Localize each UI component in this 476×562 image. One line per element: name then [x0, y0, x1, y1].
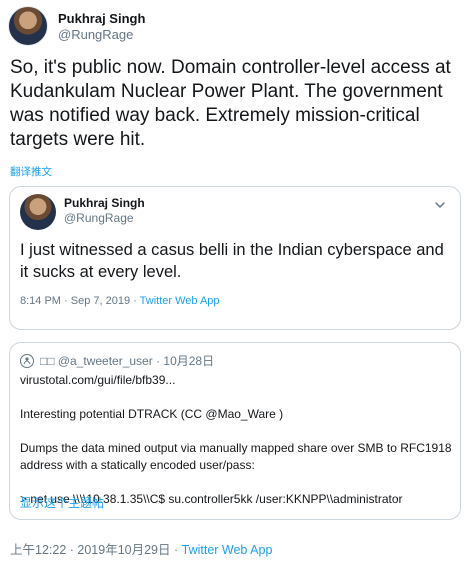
- thread-line-gap: [20, 389, 452, 406]
- quoted-tweet-card[interactable]: Pukhraj Singh @RungRage I just witnessed…: [9, 186, 461, 330]
- tweet-footer-meta: 上午12:22 · 2019年10月29日 · Twitter Web App: [10, 539, 272, 558]
- thread-line-gap: [20, 474, 452, 491]
- quoted-author-avatar[interactable]: [20, 194, 56, 230]
- author-display-name[interactable]: Pukhraj Singh: [58, 10, 145, 27]
- thread-line: Dumps the data mined output via manually…: [20, 441, 455, 472]
- thread-line-gap: [20, 423, 452, 440]
- thread-header: □□ @a_tweeter_user · 10月28日: [20, 352, 214, 369]
- tweet-timestamp[interactable]: 上午12:22 · 2019年10月29日 ·: [10, 543, 182, 557]
- quoted-tweet-source-link[interactable]: Twitter Web App: [140, 295, 220, 307]
- thread-body: virustotal.com/gui/file/bfb39... Interest…: [20, 372, 452, 508]
- user-avatar-icon: [20, 353, 34, 368]
- quoted-tweet-text: I just witnessed a casus belli in the In…: [20, 241, 444, 281]
- tweet-source-link[interactable]: Twitter Web App: [182, 543, 273, 557]
- quoted-author-names: Pukhraj Singh @RungRage: [64, 196, 145, 226]
- chevron-down-icon[interactable]: [434, 199, 446, 211]
- author-name-block: Pukhraj Singh @RungRage: [58, 10, 145, 43]
- embedded-thread-card[interactable]: □□ @a_tweeter_user · 10月28日 virustotal.c…: [9, 342, 461, 520]
- thread-line: virustotal.com/gui/file/bfb39...: [20, 373, 176, 387]
- thread-header-text[interactable]: □□ @a_tweeter_user · 10月28日: [40, 352, 214, 369]
- quoted-author-handle[interactable]: @RungRage: [64, 211, 145, 226]
- quoted-tweet-meta: 8:14 PM · Sep 7, 2019 · Twitter Web App: [20, 295, 220, 307]
- quoted-tweet-timestamp[interactable]: 8:14 PM · Sep 7, 2019 ·: [20, 295, 140, 307]
- tweet-text: So, it's public now. Domain controller-l…: [10, 57, 451, 150]
- quoted-author-display-name[interactable]: Pukhraj Singh: [64, 196, 145, 211]
- tweet-author-header: Pukhraj Singh @RungRage: [8, 6, 145, 46]
- author-handle[interactable]: @RungRage: [58, 27, 145, 43]
- tweet-detail: Pukhraj Singh @RungRage So, it's public …: [0, 0, 476, 562]
- translate-tweet-link[interactable]: 翻译推文: [10, 164, 52, 179]
- show-thread-link[interactable]: 显示这个主题帖: [20, 494, 104, 511]
- author-avatar[interactable]: [8, 6, 48, 46]
- thread-line: Interesting potential DTRACK (CC @Mao_Wa…: [20, 407, 284, 421]
